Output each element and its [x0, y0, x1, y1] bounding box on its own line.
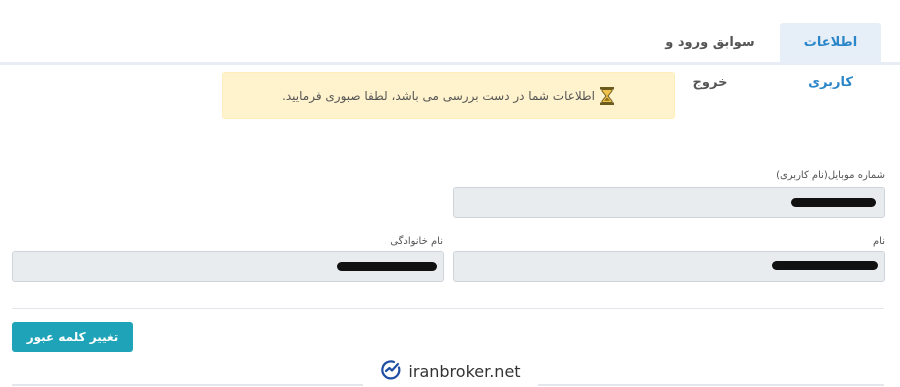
- trend-check-icon: [380, 359, 402, 385]
- redaction-mark: [337, 262, 437, 271]
- redaction-mark: [791, 198, 876, 207]
- watermark-text: iranbroker.net: [408, 362, 521, 381]
- watermark: iranbroker.net: [363, 356, 538, 387]
- last-name-label: نام خانوادگی: [390, 236, 443, 247]
- first-name-field[interactable]: [453, 251, 885, 282]
- review-alert: اطلاعات شما در دست بررسی می باشد، لطفا ص…: [222, 72, 675, 119]
- alert-text: اطلاعات شما در دست بررسی می باشد، لطفا ص…: [282, 88, 595, 103]
- first-name-label: نام: [872, 236, 885, 247]
- mobile-label: شماره موبایل(نام کاربری): [776, 170, 885, 181]
- redaction-mark: [772, 261, 878, 270]
- tabs-bar: اطلاعات کاربری سوابق ورود و خروج: [0, 0, 900, 90]
- tab-user-info[interactable]: اطلاعات کاربری: [780, 23, 881, 90]
- tab-login-history[interactable]: سوابق ورود و خروج: [650, 23, 770, 90]
- mobile-field[interactable]: [453, 187, 885, 218]
- user-profile-page: اطلاعات کاربری سوابق ورود و خروج اطلاعات…: [0, 0, 900, 387]
- section-divider: [12, 308, 884, 309]
- change-password-button[interactable]: تغییر کلمه عبور: [12, 322, 133, 352]
- last-name-field[interactable]: [12, 251, 444, 282]
- hourglass-icon: [599, 86, 615, 105]
